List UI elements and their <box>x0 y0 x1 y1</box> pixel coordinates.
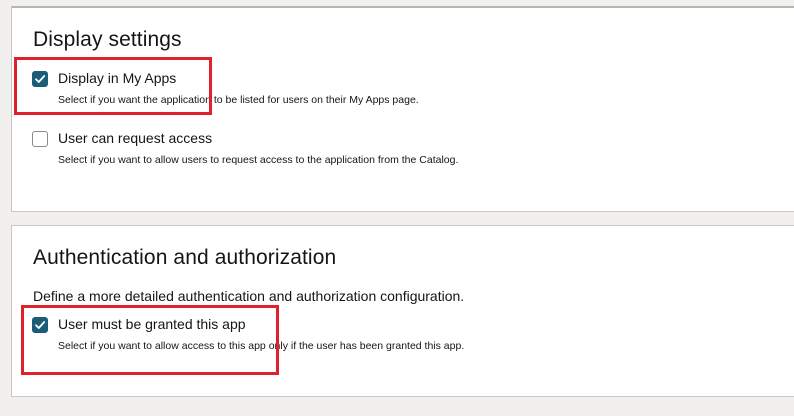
display-in-my-apps-label[interactable]: Display in My Apps <box>58 70 176 86</box>
display-in-my-apps-help: Select if you want the application to be… <box>58 94 419 106</box>
user-can-request-access-help: Select if you want to allow users to req… <box>58 154 459 166</box>
authentication-title: Authentication and authorization <box>33 246 337 269</box>
checkmark-icon <box>35 75 46 83</box>
display-settings-card: Display settings Display in My Apps Sele… <box>11 6 794 212</box>
authentication-card: Authentication and authorization Define … <box>11 225 794 397</box>
display-in-my-apps-checkbox[interactable] <box>32 71 48 87</box>
checkmark-icon <box>35 321 46 329</box>
display-settings-title: Display settings <box>33 28 182 51</box>
user-must-be-granted-checkbox[interactable] <box>32 317 48 333</box>
authentication-description: Define a more detailed authentication an… <box>33 288 465 304</box>
user-can-request-access-label[interactable]: User can request access <box>58 130 212 146</box>
user-must-be-granted-help: Select if you want to allow access to th… <box>58 340 465 352</box>
user-must-be-granted-label[interactable]: User must be granted this app <box>58 316 246 332</box>
user-can-request-access-checkbox[interactable] <box>32 131 48 147</box>
